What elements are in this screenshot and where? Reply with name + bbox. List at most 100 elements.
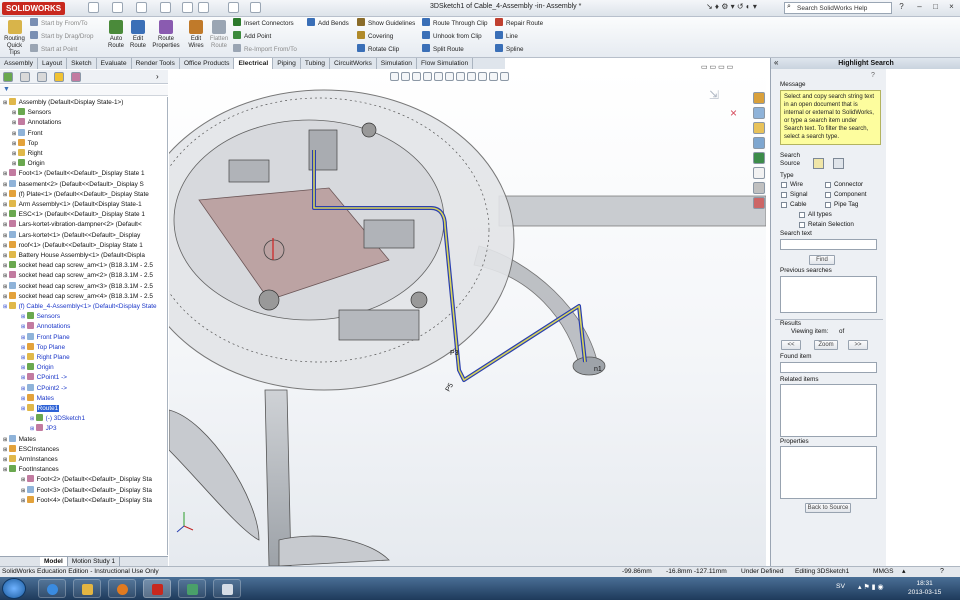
expand-icon[interactable]: ⊞ <box>3 467 9 473</box>
tab-office-products[interactable]: Office Products <box>180 58 235 69</box>
tree-node[interactable]: ⊞ Foot<2> (Default<<Default>_Display Sta <box>21 475 152 485</box>
expand-icon[interactable]: ⊞ <box>21 314 27 320</box>
unhook-from-clip-button[interactable]: Unhook from Clip <box>422 31 482 42</box>
search-help-input[interactable]: Search SolidWorks Help <box>784 2 892 14</box>
expand-icon[interactable]: ⊞ <box>12 110 18 116</box>
route-properties-button[interactable]: Route Properties <box>150 20 182 50</box>
tree-node[interactable]: ⊞ Annotations <box>21 322 70 332</box>
tab-piping[interactable]: Piping <box>273 58 301 69</box>
tree-node[interactable]: ⊞ CPoint2 -> <box>21 383 67 394</box>
expand-icon[interactable]: ⊞ <box>3 304 9 310</box>
tree-node[interactable]: ⊞ ESC<1> (Default<<Default>_Display Stat… <box>3 210 145 220</box>
tree-node[interactable]: ⊞ Foot<3> (Default<<Default>_Display Sta <box>21 485 152 496</box>
tab-tubing[interactable]: Tubing <box>301 58 331 69</box>
expand-icon[interactable]: ⊞ <box>21 396 27 402</box>
tree-filter[interactable]: ▼ <box>0 85 168 96</box>
insert-connectors-button[interactable]: Insert Connectors <box>233 18 294 29</box>
expand-icon[interactable]: ⊞ <box>21 335 27 341</box>
type-component-checkbox[interactable] <box>825 192 831 198</box>
zoom-area-icon[interactable] <box>401 72 410 81</box>
tree-node[interactable]: ⊞ Front Plane <box>21 332 70 343</box>
expand-icon[interactable]: ⊞ <box>3 212 9 218</box>
viewport-window-controls[interactable]: ▭ ▭ ▭ ▭ <box>701 63 733 71</box>
expand-icon[interactable]: ⊞ <box>3 192 9 198</box>
highlight-search-icon[interactable] <box>753 182 765 194</box>
expand-icon[interactable]: ⊞ <box>30 416 36 422</box>
covering-button[interactable]: Covering <box>357 31 393 42</box>
language-indicator[interactable]: SV <box>836 583 845 590</box>
source-document-icon[interactable] <box>813 158 824 169</box>
tree-node[interactable]: ⊞ Top <box>12 138 38 149</box>
save-icon[interactable] <box>136 2 147 13</box>
custom-properties-icon[interactable] <box>753 167 765 179</box>
expand-icon[interactable]: ⊞ <box>12 120 18 126</box>
tree-node[interactable]: ⊞ (-) 3DSketch1 <box>30 414 85 424</box>
expand-icon[interactable]: ⊞ <box>21 488 27 494</box>
tab-render-tools[interactable]: Render Tools <box>132 58 180 69</box>
start-by-drag-drop-button[interactable]: Start by Drag/Drop <box>30 31 94 42</box>
tree-node[interactable]: ⊞ socket head cap screw_am<2> (B18.3.1M … <box>3 271 153 281</box>
routing-quick-tips-button[interactable]: Routing Quick Tips <box>1 20 28 57</box>
tab-assembly[interactable]: Assembly <box>0 58 38 69</box>
print-icon[interactable] <box>160 2 171 13</box>
tree-node[interactable]: ⊞ ArmInstances <box>3 455 58 465</box>
close-icon[interactable]: × <box>946 2 957 13</box>
show-guidelines-button[interactable]: Show Guidelines <box>357 18 415 29</box>
sketch-confirm-icon[interactable]: ⇲ <box>709 88 719 102</box>
type-wire-checkbox[interactable] <box>781 182 787 188</box>
retain-selection-checkbox[interactable] <box>799 222 805 228</box>
edit-route-button[interactable]: Edit Route <box>125 20 151 50</box>
tree-node[interactable]: ⊞ Origin <box>21 363 54 373</box>
flatten-route-button[interactable]: Flatten Route <box>206 20 232 50</box>
taskbar-media[interactable] <box>108 579 136 598</box>
expand-icon[interactable]: ⊞ <box>12 161 18 167</box>
tree-node[interactable]: ⊞ Origin <box>12 159 45 169</box>
tab-model[interactable]: Model <box>40 557 68 566</box>
expand-icon[interactable]: ⊞ <box>3 294 9 300</box>
expand-icon[interactable]: ⊞ <box>3 284 9 290</box>
realview-icon[interactable] <box>500 72 509 81</box>
property-manager-icon[interactable] <box>20 72 30 82</box>
scene-icon[interactable] <box>478 72 487 81</box>
start-by-from-to-button[interactable]: Start by From/To <box>30 18 88 29</box>
line-button[interactable]: Line <box>495 31 518 42</box>
tree-node[interactable]: ⊞ roof<1> (Default<<Default>_Display Sta… <box>3 240 143 251</box>
tree-node[interactable]: ⊞ Route1 <box>21 404 60 414</box>
split-route-button[interactable]: Split Route <box>422 44 464 55</box>
search-text-input[interactable] <box>780 239 877 250</box>
minimize-icon[interactable]: – <box>914 2 925 13</box>
tab-flow-simulation[interactable]: Flow Simulation <box>417 58 474 69</box>
expand-icon[interactable]: ⊞ <box>3 182 9 188</box>
taskbar-window[interactable] <box>213 579 241 598</box>
tree-node[interactable]: ⊞ Right Plane <box>21 353 70 363</box>
expand-icon[interactable]: ⊞ <box>3 457 9 463</box>
expand-icon[interactable]: ⊞ <box>21 386 27 392</box>
design-library-icon[interactable] <box>753 107 765 119</box>
type-connector-checkbox[interactable] <box>825 182 831 188</box>
expand-icon[interactable]: ⊞ <box>3 171 9 177</box>
tree-node[interactable]: ⊞ (f) Plate<1> (Default<<Default>_Displa… <box>3 189 149 200</box>
expand-icon[interactable]: ⊞ <box>21 365 27 371</box>
tab-circuitworks[interactable]: CircuitWorks <box>330 58 377 69</box>
expand-icon[interactable]: ⊞ <box>3 263 9 269</box>
type-pipe-tag-checkbox[interactable] <box>825 202 831 208</box>
tab-motion-study[interactable]: Motion Study 1 <box>68 557 121 566</box>
tab-sketch[interactable]: Sketch <box>67 58 97 69</box>
zoom-to-fit-icon[interactable] <box>390 72 399 81</box>
tree-node[interactable]: ⊞ CPoint1 -> <box>21 373 67 383</box>
expand-icon[interactable]: ⊞ <box>12 131 18 137</box>
previous-view-icon[interactable] <box>412 72 421 81</box>
tree-node[interactable]: ⊞ FootInstances <box>3 465 59 475</box>
tree-node[interactable]: ⊞ ESCInstances <box>3 444 59 455</box>
open-icon[interactable] <box>112 2 123 13</box>
pane-help-icon[interactable]: ? <box>871 72 875 79</box>
new-icon[interactable] <box>88 2 99 13</box>
cancel-sketch-icon[interactable]: × <box>730 106 737 120</box>
taskbar-app[interactable] <box>178 579 206 598</box>
feature-manager-icon[interactable] <box>3 72 13 82</box>
expand-icon[interactable]: ⊞ <box>3 100 9 106</box>
tree-node[interactable]: ⊞ Lars-kortet<1> (Default<<Default>_Disp… <box>3 230 140 241</box>
previous-result-button[interactable]: << <box>781 340 801 350</box>
collapse-pane-icon[interactable]: « <box>774 59 778 67</box>
help-icon[interactable]: ? <box>896 2 907 13</box>
